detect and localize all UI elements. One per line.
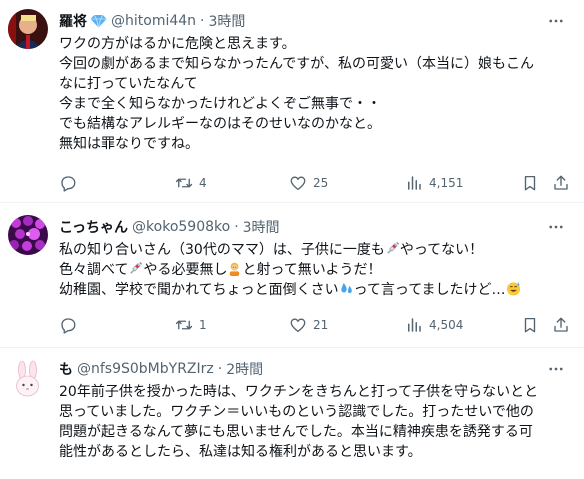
action-bar: 4 25 4,151: [59, 173, 569, 193]
more-icon[interactable]: [546, 11, 566, 31]
repost-count: 4: [199, 176, 207, 190]
reply-item-1[interactable]: 羅将 @hitomi44n · 3時間 ワクの方がはるかに危険と思えます。 今回…: [0, 0, 584, 203]
reply-text: 20年前子供を授かった時は、ワクチンをきちんと打って子供を守らないとと 思ってい…: [59, 382, 574, 462]
author-handle[interactable]: @nfs9S0bMbYRZIrz: [77, 361, 214, 377]
reply-item-3[interactable]: も @nfs9S0bMbYRZIrz · 2時間 20年前子供を授かった時は、ワ…: [0, 348, 584, 479]
syringe-icon: [130, 261, 143, 274]
repost-button[interactable]: 4: [175, 173, 207, 193]
syringe-icon: [387, 241, 399, 254]
text-line: でも結構なアレルギーなのはそのせいなのかなと。: [59, 116, 381, 132]
bookmark-icon: [524, 317, 536, 333]
repost-count: 1: [199, 318, 207, 332]
separator-dot: ·: [200, 13, 205, 29]
repost-button[interactable]: 1: [175, 315, 207, 335]
share-button[interactable]: [552, 315, 570, 335]
avatar[interactable]: [8, 9, 48, 49]
text-line: 無知は罪なりですね。: [59, 136, 199, 152]
action-bar: 1 21 4,504: [59, 315, 569, 335]
avatar[interactable]: [8, 360, 48, 400]
share-icon: [554, 317, 568, 332]
sweat-smile-icon: [506, 282, 520, 296]
reply-icon: [61, 176, 76, 192]
post-time[interactable]: 2時間: [226, 359, 263, 379]
post-time[interactable]: 3時間: [243, 217, 280, 237]
text-line: 思っていました。ワクチン＝いいものという認識でした。打ったせいで他の: [59, 404, 534, 420]
text-segment: やる必要無し: [143, 262, 228, 278]
text-line: 能性があるとしたら、私達は知る権利があると思います。: [59, 444, 422, 460]
views-button[interactable]: 4,504: [405, 315, 463, 335]
text-line: なに打っていたなんて: [59, 76, 198, 92]
avatar[interactable]: [8, 215, 48, 255]
like-button[interactable]: 21: [289, 315, 328, 335]
bookmark-icon: [524, 175, 536, 191]
text-segment: 色々調べて: [59, 262, 129, 278]
author-name[interactable]: も: [59, 359, 73, 379]
reply-text: 私の知り合いさん（30代のママ）は、子供に一度も やってない！ 色々調べて やる必要…: [59, 240, 574, 300]
author-name[interactable]: 羅将: [59, 11, 87, 31]
reply-icon: [61, 318, 76, 334]
views-count: 4,151: [429, 176, 464, 190]
reply-button[interactable]: [59, 173, 83, 193]
text-line: 幼稚園、学校で聞かれてちょっと面倒くさい って言ってましたけど…: [59, 280, 574, 300]
views-button[interactable]: 4,151: [405, 173, 463, 193]
verified-diamond-icon: [90, 14, 107, 28]
like-count: 25: [313, 176, 329, 190]
text-line: 私の知り合いさん（30代のママ）は、子供に一度も やってない！: [59, 240, 574, 260]
bookmark-button[interactable]: [521, 173, 539, 193]
views-count: 4,504: [429, 318, 464, 332]
author-handle[interactable]: @hitomi44n: [111, 13, 196, 29]
text-line: 今回の劇があるまで知らなかったんですが、私の可愛い（本当に）娘もこん: [59, 56, 535, 72]
text-line: 問題が起きるなんて夢にも思いませんでした。本当に精神疾患を誘発する可: [59, 424, 533, 440]
text-line: ワクの方がはるかに危険と思えます。: [59, 36, 296, 52]
text-segment: やってない！: [399, 242, 484, 258]
reply-button[interactable]: [59, 315, 83, 335]
reply-item-2[interactable]: こっちゃん @koko5908ko · 3時間 私の知り合いさん（30代のママ）…: [0, 203, 584, 348]
like-count: 21: [313, 318, 329, 332]
views-icon: [408, 176, 421, 190]
author-name[interactable]: こっちゃん: [59, 217, 128, 237]
more-icon[interactable]: [546, 217, 566, 237]
text-segment: 幼稚園、学校で聞かれてちょっと面倒くさい: [59, 282, 339, 298]
repost-icon: [175, 178, 193, 188]
text-segment: 私の知り合いさん（30代のママ）は、子供に一度も: [59, 242, 385, 258]
separator-dot: ·: [234, 219, 239, 235]
more-icon[interactable]: [546, 359, 566, 379]
sweat-droplets-icon: [340, 282, 352, 294]
share-button[interactable]: [552, 173, 570, 193]
text-segment: って言ってましたけど…: [353, 282, 506, 298]
like-icon: [290, 318, 306, 333]
share-icon: [554, 175, 568, 190]
author-handle[interactable]: @koko5908ko: [132, 219, 230, 235]
repost-icon: [175, 320, 193, 330]
views-icon: [408, 318, 421, 332]
text-line: 色々調べて やる必要無し と射って無いようだ！: [59, 260, 574, 280]
separator-dot: ·: [217, 361, 223, 377]
text-line: 20年前子供を授かった時は、ワクチンをきちんと打って子供を守らないとと: [59, 384, 539, 400]
text-line: 今まで全く知らなかったけれどよくぞご無事で・・: [59, 96, 381, 112]
text-segment: と射って無いようだ！: [242, 262, 382, 278]
woman-icon: [230, 262, 240, 276]
bookmark-button[interactable]: [521, 315, 539, 335]
reply-text: ワクの方がはるかに危険と思えます。 今回の劇があるまで知らなかったんですが、私の…: [59, 34, 574, 154]
post-time[interactable]: 3時間: [209, 11, 246, 31]
like-icon: [290, 176, 306, 191]
like-button[interactable]: 25: [289, 173, 328, 193]
